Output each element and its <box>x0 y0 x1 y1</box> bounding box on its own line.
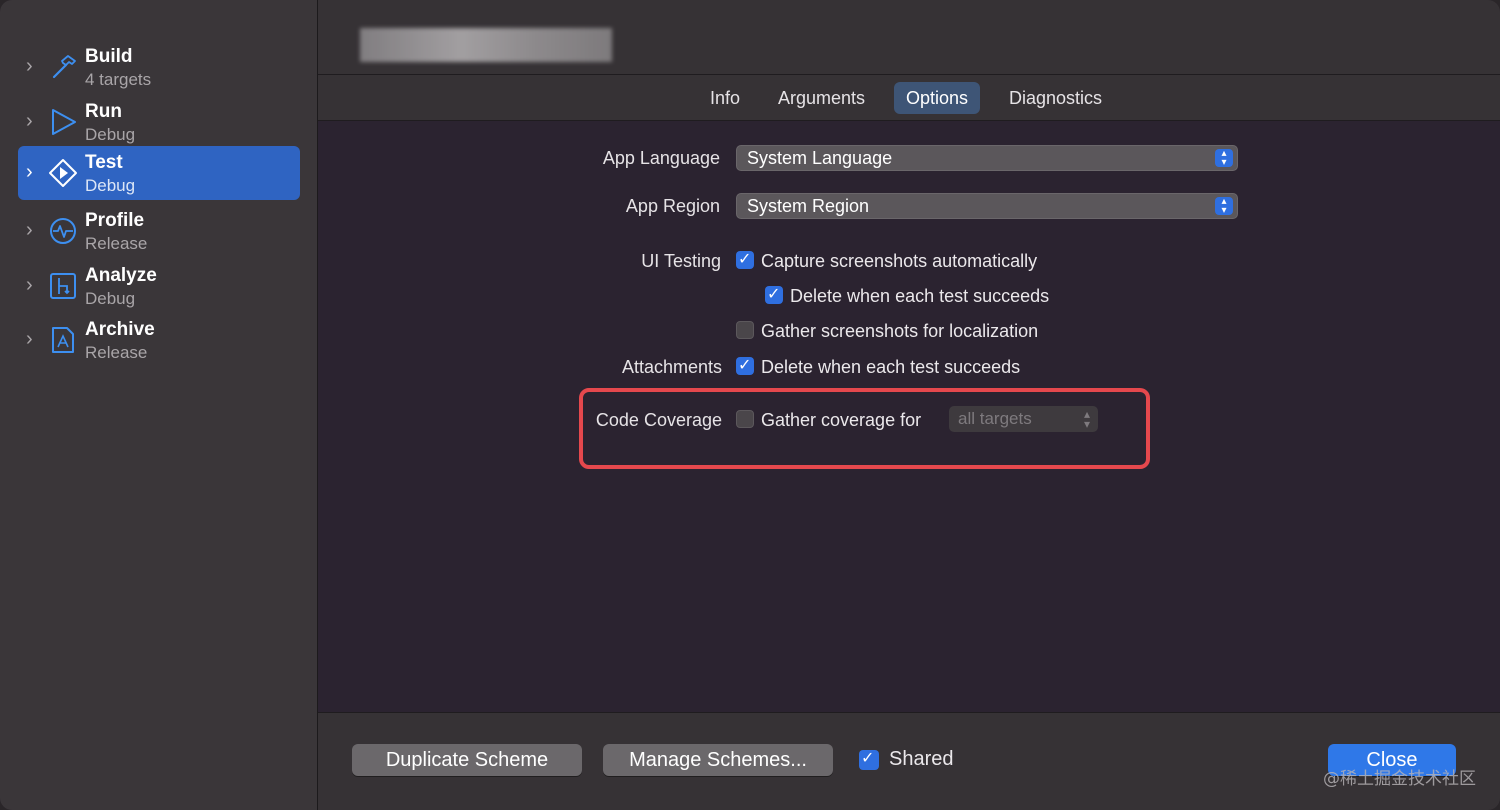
capture-screenshots-checkbox[interactable]: ✓ <box>736 251 754 269</box>
duplicate-scheme-button[interactable]: Duplicate Scheme <box>352 744 582 776</box>
app-region-label: App Region <box>625 196 720 216</box>
manage-schemes-button[interactable]: Manage Schemes... <box>603 744 833 776</box>
shared-checkbox[interactable]: ✓ <box>859 750 879 770</box>
gather-localization-text: Gather screenshots for localization <box>761 321 1039 341</box>
checkmark-icon: ✓ <box>738 251 752 268</box>
app-language-label: App Language <box>602 148 720 168</box>
app-language-value: System Language <box>747 148 893 168</box>
attachments-label: Attachments <box>621 357 722 377</box>
app-region-value: System Region <box>747 196 870 216</box>
sidebar-item-analyze[interactable]: › Analyze Debug <box>18 259 300 313</box>
sidebar-item-subtitle: 4 targets <box>85 70 152 89</box>
sidebar-item-title: Build <box>85 46 133 67</box>
sidebar-item-build[interactable]: › Build 4 targets <box>18 40 300 94</box>
sidebar-item-title: Analyze <box>85 265 157 286</box>
ui-testing-label: UI Testing <box>641 251 721 271</box>
sidebar-item-subtitle: Release <box>85 343 148 362</box>
sidebar-item-profile[interactable]: › Profile Release <box>18 204 300 258</box>
shared-label: Shared <box>889 748 954 770</box>
gauge-icon <box>50 218 76 244</box>
capture-screenshots-text: Capture screenshots automatically <box>761 251 1038 271</box>
archive-icon <box>52 327 74 353</box>
scheme-actions-sidebar: › Build 4 targets › Run Debug › Test Deb… <box>0 0 318 810</box>
chevron-right-icon[interactable]: › <box>26 162 38 182</box>
tab-diagnostics[interactable]: Diagnostics <box>997 82 1114 114</box>
chevron-right-icon[interactable]: › <box>26 220 38 240</box>
sidebar-item-subtitle: Debug <box>85 176 136 195</box>
hammer-icon <box>52 55 76 79</box>
sidebar-item-subtitle: Release <box>85 234 148 253</box>
checkmark-icon: ✓ <box>738 357 752 374</box>
sidebar-item-archive[interactable]: › Archive Release <box>18 313 300 367</box>
options-panel: App Language System Language ▴ ▾ App Regi… <box>318 121 1500 712</box>
play-icon <box>52 109 76 135</box>
sidebar-item-run[interactable]: › Run Debug <box>18 95 300 149</box>
delete-attachments-text: Delete when each test succeeds <box>761 357 1021 377</box>
app-language-select[interactable]: System Language ▴ ▾ <box>736 145 1238 171</box>
watermark-text: @稀土掘金技术社区 <box>1323 769 1476 789</box>
scheme-editor-window: › Build 4 targets › Run Debug › Test Deb… <box>0 0 1500 810</box>
delete-screenshots-checkbox[interactable]: ✓ <box>765 286 783 304</box>
chevron-right-icon[interactable]: › <box>26 56 38 76</box>
sidebar-item-title: Profile <box>85 210 145 231</box>
checkmark-icon: ✓ <box>767 286 781 303</box>
select-stepper-icon: ▴ ▾ <box>1215 197 1233 216</box>
tab-info[interactable]: Info <box>698 82 752 114</box>
chevron-right-icon[interactable]: › <box>26 275 38 295</box>
redacted-scheme-title <box>360 28 612 62</box>
delete-screenshots-text: Delete when each test succeeds <box>790 286 1050 306</box>
tab-options[interactable]: Options <box>894 82 981 114</box>
test-diamond-icon <box>49 159 77 187</box>
tab-bar: Info Arguments Options Diagnostics <box>318 75 1500 121</box>
scheme-header <box>318 0 1500 75</box>
chevron-right-icon[interactable]: › <box>26 111 38 131</box>
sidebar-item-subtitle: Debug <box>85 289 136 308</box>
scheme-footer: Duplicate Scheme Manage Schemes... ✓ Sha… <box>318 712 1500 810</box>
app-region-select[interactable]: System Region ▴ ▾ <box>736 193 1238 219</box>
select-stepper-icon: ▴ ▾ <box>1215 149 1233 168</box>
chevron-right-icon[interactable]: › <box>26 329 38 349</box>
checkmark-icon: ✓ <box>861 750 875 767</box>
sidebar-item-title: Run <box>85 101 122 122</box>
delete-attachments-checkbox[interactable]: ✓ <box>736 357 754 375</box>
sidebar-item-title: Archive <box>85 319 155 340</box>
sidebar-item-subtitle: Debug <box>85 125 136 144</box>
highlight-annotation-box <box>579 388 1150 469</box>
tab-arguments[interactable]: Arguments <box>766 82 877 114</box>
sidebar-item-test[interactable]: › Test Debug <box>18 146 300 200</box>
gather-localization-checkbox[interactable] <box>736 321 754 339</box>
analyze-icon <box>50 273 76 299</box>
sidebar-item-title: Test <box>85 152 123 173</box>
